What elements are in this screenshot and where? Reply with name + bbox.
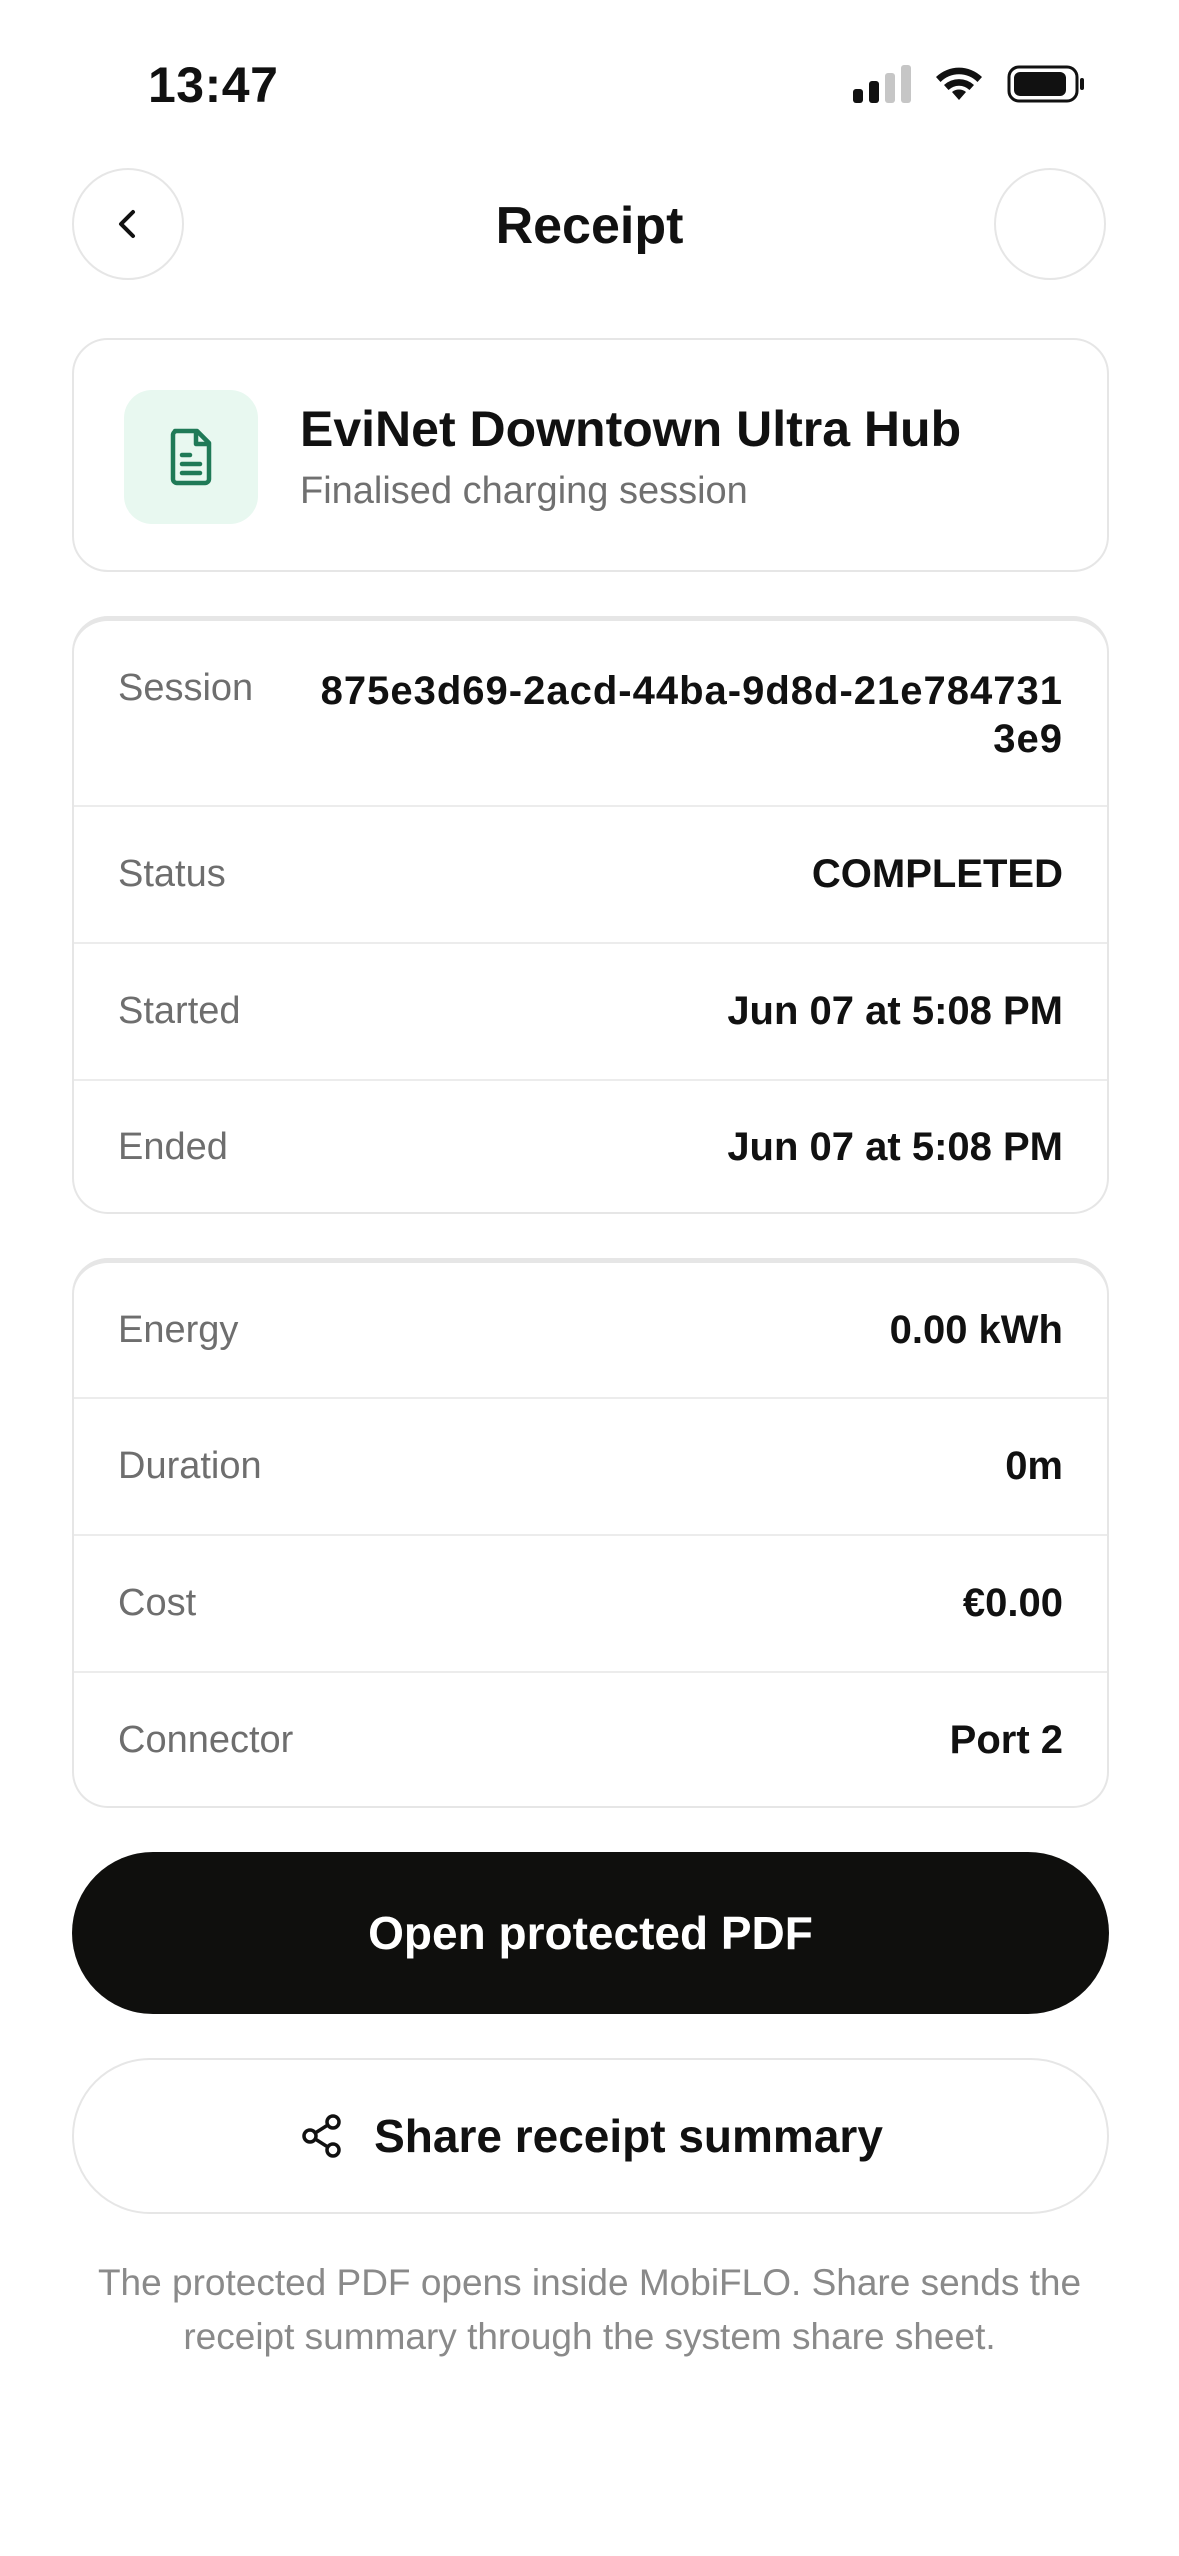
cellular-signal-icon <box>853 65 911 103</box>
session-details-card: Session 875e3d69-2acd-44ba-9d8d-21e78473… <box>72 616 1109 1214</box>
station-card: EviNet Downtown Ultra Hub Finalised char… <box>72 338 1109 572</box>
share-icon <box>302 2114 341 2158</box>
detail-row-cost: Cost €0.00 <box>74 1534 1107 1671</box>
duration-value: 0m <box>1005 1444 1063 1488</box>
open-pdf-label: Open protected PDF <box>368 1907 813 1959</box>
detail-label: Session <box>118 667 254 709</box>
detail-label: Started <box>118 990 241 1032</box>
detail-row-connector: Connector Port 2 <box>74 1671 1107 1808</box>
charge-details-card: Energy 0.00 kWh Duration 0m Cost €0.00 C… <box>72 1258 1109 1808</box>
wifi-icon <box>936 67 982 100</box>
detail-row-duration: Duration 0m <box>74 1397 1107 1534</box>
document-icon <box>170 428 212 486</box>
battery-icon <box>1007 65 1084 103</box>
detail-label: Connector <box>118 1719 294 1761</box>
status-bar-time: 13:47 <box>148 57 279 113</box>
share-label: Share receipt summary <box>374 2110 883 2162</box>
detail-row-status: Status COMPLETED <box>74 805 1107 942</box>
detail-row-session: Session 875e3d69-2acd-44ba-9d8d-21e78473… <box>74 621 1107 805</box>
station-subtitle: Finalised charging session <box>300 470 748 512</box>
detail-row-ended: Ended Jun 07 at 5:08 PM <box>74 1079 1107 1214</box>
cost-value: €0.00 <box>962 1581 1063 1625</box>
detail-row-energy: Energy 0.00 kWh <box>74 1263 1107 1397</box>
header-right-button[interactable] <box>994 168 1106 280</box>
status-value: COMPLETED <box>811 852 1063 896</box>
detail-row-started: Started Jun 07 at 5:08 PM <box>74 942 1107 1079</box>
share-receipt-summary-button[interactable]: Share receipt summary <box>72 2058 1109 2214</box>
ended-value: Jun 07 at 5:08 PM <box>727 1125 1063 1169</box>
energy-value: 0.00 kWh <box>889 1307 1063 1352</box>
detail-label: Status <box>118 853 226 895</box>
connector-value: Port 2 <box>949 1718 1063 1762</box>
open-protected-pdf-button[interactable]: Open protected PDF <box>72 1852 1109 2014</box>
detail-label: Ended <box>118 1126 228 1168</box>
status-bar-icons <box>853 64 1087 104</box>
station-name: EviNet Downtown Ultra Hub <box>300 401 962 457</box>
detail-label: Cost <box>118 1582 197 1624</box>
detail-label: Duration <box>118 1445 262 1487</box>
footnote-text: The protected PDF opens inside MobiFLO. … <box>97 2262 1082 2357</box>
session-id-value: 875e3d69-2acd-44ba-9d8d-21e7847313e9 <box>320 669 1063 761</box>
detail-label: Energy <box>118 1308 239 1351</box>
started-value: Jun 07 at 5:08 PM <box>727 989 1063 1033</box>
station-icon-container <box>124 390 258 524</box>
